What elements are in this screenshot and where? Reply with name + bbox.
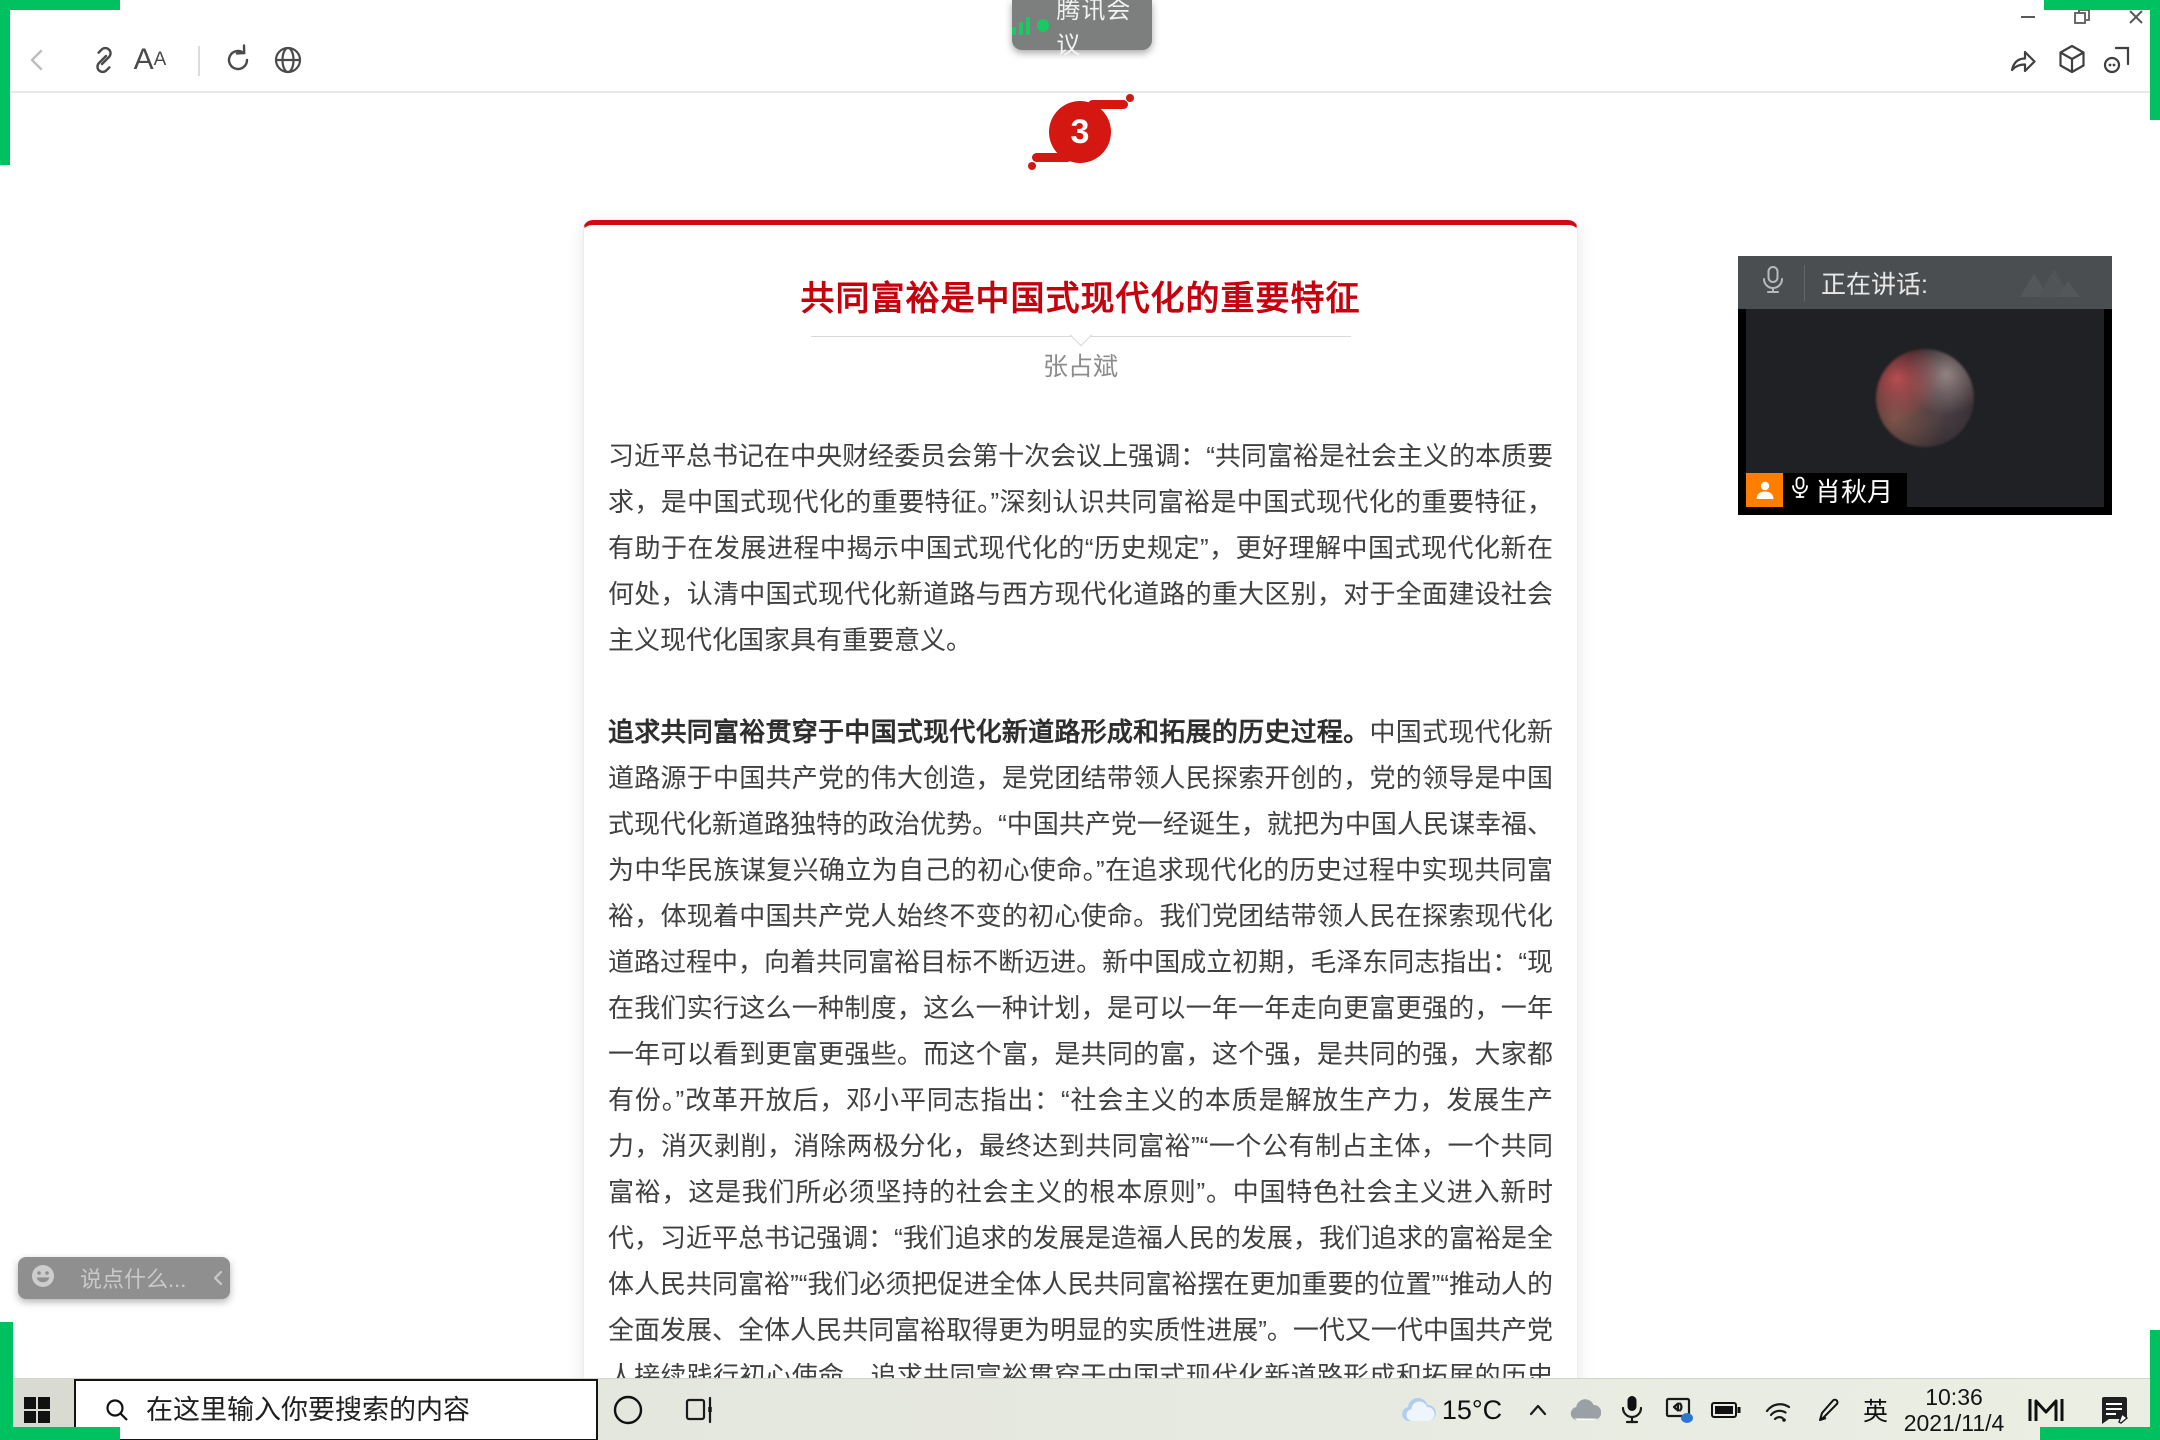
participant-badge	[1746, 473, 1783, 507]
chevron-left-icon	[214, 1270, 223, 1286]
tray-cloud-button[interactable]	[1561, 1379, 1608, 1440]
notification-center-button[interactable]	[2090, 1379, 2137, 1440]
meeting-speaker-panel[interactable]: 正在讲话: 肖秋月	[1738, 256, 2112, 515]
pen-icon	[1818, 1398, 1838, 1421]
tray-mic-icon	[1621, 1396, 1642, 1424]
article-paragraph: 习近平总书记在中央财经委员会第十次会议上强调：“共同富裕是社会主义的本质要求，是…	[608, 441, 1553, 655]
close-icon	[2125, 6, 2147, 33]
speaker-video-area: 肖秋月	[1746, 309, 2104, 507]
tencent-meeting-logo-watermark-icon	[2018, 265, 2084, 306]
speaker-panel-header[interactable]: 正在讲话:	[1738, 256, 2112, 309]
back-chevron-icon	[22, 44, 54, 76]
tray-battery-button[interactable]	[1702, 1379, 1749, 1440]
speaker-video-tile[interactable]: 肖秋月	[1738, 309, 2112, 515]
tray-wifi-button[interactable]	[1754, 1379, 1801, 1440]
microphone-icon	[1760, 265, 1786, 300]
title-underline-notch	[1069, 323, 1092, 347]
task-view-button[interactable]	[662, 1379, 738, 1440]
search-input[interactable]	[144, 1393, 588, 1427]
back-button[interactable]	[16, 38, 60, 82]
tray-microphone-button[interactable]	[1608, 1379, 1655, 1440]
speaking-status-label: 正在讲话:	[1821, 270, 1928, 299]
share-button[interactable]	[2002, 38, 2046, 82]
tray-meeting-button[interactable]	[2022, 1379, 2069, 1440]
show-hidden-icons-button[interactable]	[1514, 1379, 1561, 1440]
screen: AA 腾讯会议 3 共同富裕是中国式现代化的重要特征 张占斌 习近平总书记在中央…	[0, 0, 2160, 1440]
article-card: 共同富裕是中国式现代化的重要特征 张占斌 习近平总书记在中央财经委员会第十次会议…	[583, 220, 1578, 1440]
open-in-browser-button[interactable]	[266, 38, 310, 82]
article-title: 共同富裕是中国式现代化的重要特征	[800, 280, 1361, 318]
weather-cloud-icon	[1401, 1397, 1436, 1421]
cortana-button[interactable]	[604, 1379, 652, 1440]
smiley-icon	[32, 1264, 54, 1287]
share-arrow-icon	[2006, 42, 2042, 78]
speaker-nameplate: 肖秋月	[1746, 473, 1908, 507]
mini-program-button[interactable]	[2050, 38, 2094, 82]
speaker-name: 肖秋月	[1815, 476, 1894, 507]
meeting-m-logo-icon	[2028, 1399, 2063, 1421]
font-size-icon: A	[133, 43, 154, 76]
article-author: 张占斌	[1042, 353, 1118, 381]
minimize-icon	[2017, 6, 2039, 33]
wifi-icon	[1765, 1403, 1790, 1422]
speaker-avatar	[1876, 349, 1974, 447]
paragraph-body: 中国式现代化新道路源于中国共产党的伟大创造，是党团结带领人民探索开创的，党的领导…	[608, 717, 1553, 1437]
speaker-mic-icon	[1791, 476, 1809, 505]
globe-icon	[270, 42, 306, 78]
restore-window-button[interactable]	[2062, 4, 2102, 34]
font-size-button[interactable]: AA	[128, 38, 172, 82]
chevron-up-icon	[1529, 1404, 1546, 1416]
badge-dot-decoration	[1028, 162, 1036, 170]
tray-pen-button[interactable]	[1803, 1379, 1850, 1440]
refresh-button[interactable]	[216, 38, 260, 82]
chat-input-placeholder[interactable]: 说点什么...	[66, 1262, 200, 1294]
collapse-chat-button[interactable]	[210, 1268, 226, 1288]
signal-bars-icon	[1012, 15, 1030, 35]
refresh-icon	[221, 43, 255, 77]
cortana-icon	[613, 1395, 643, 1425]
search-icon	[106, 1399, 128, 1421]
cube-icon	[2054, 42, 2090, 78]
taskbar-search-box[interactable]	[74, 1379, 598, 1440]
notification-icon	[2100, 1397, 2128, 1424]
header-divider	[1804, 264, 1805, 301]
screen-share-banner[interactable]: 腾讯会议	[1012, 0, 1152, 59]
clock-date: 2021/11/4	[1903, 1410, 2005, 1436]
task-view-icon	[685, 1396, 712, 1424]
toolbar-divider	[198, 46, 200, 76]
minimize-window-button[interactable]	[2008, 4, 2048, 34]
close-window-button[interactable]	[2116, 4, 2156, 34]
article-number-badge: 3	[1028, 94, 1134, 170]
restore-icon	[2071, 6, 2093, 33]
float-window-icon	[2100, 42, 2136, 78]
link-icon	[87, 43, 121, 77]
article-paragraph: 追求共同富裕贯穿于中国式现代化新道路形成和拓展的历史过程。中国式现代化新道路源于…	[608, 709, 1553, 1440]
person-icon	[1756, 481, 1773, 499]
share-banner-label: 腾讯会议	[1056, 0, 1132, 59]
sharing-status-dot-icon	[1037, 18, 1050, 32]
badge-dot-decoration	[1126, 94, 1134, 102]
cast-screen-icon	[1665, 1397, 1693, 1423]
clock-time: 10:36	[1925, 1384, 1983, 1410]
start-button[interactable]	[0, 1379, 74, 1440]
windows-logo-icon	[24, 1397, 50, 1423]
tray-cast-button[interactable]	[1655, 1379, 1702, 1440]
float-window-button[interactable]	[2096, 38, 2140, 82]
battery-icon	[1710, 1402, 1740, 1418]
cloud-icon	[1570, 1399, 1601, 1420]
paragraph-bold-lead: 追求共同富裕贯穿于中国式现代化新道路形成和拓展的历史过程。	[608, 717, 1370, 747]
title-underline	[810, 323, 1351, 347]
ime-language-indicator[interactable]: 英	[1852, 1379, 1899, 1440]
taskbar-clock[interactable]: 10:36 2021/11/4	[1898, 1379, 2010, 1440]
meeting-chat-bar[interactable]: 说点什么...	[18, 1257, 230, 1299]
copy-link-button[interactable]	[82, 38, 126, 82]
weather-widget[interactable]: 15°C	[1396, 1379, 1506, 1440]
emoji-button[interactable]	[30, 1263, 56, 1294]
badge-number: 3	[1049, 101, 1111, 163]
weather-temp: 15°C	[1441, 1394, 1503, 1425]
windows-taskbar: W 15°C	[0, 1378, 2160, 1440]
